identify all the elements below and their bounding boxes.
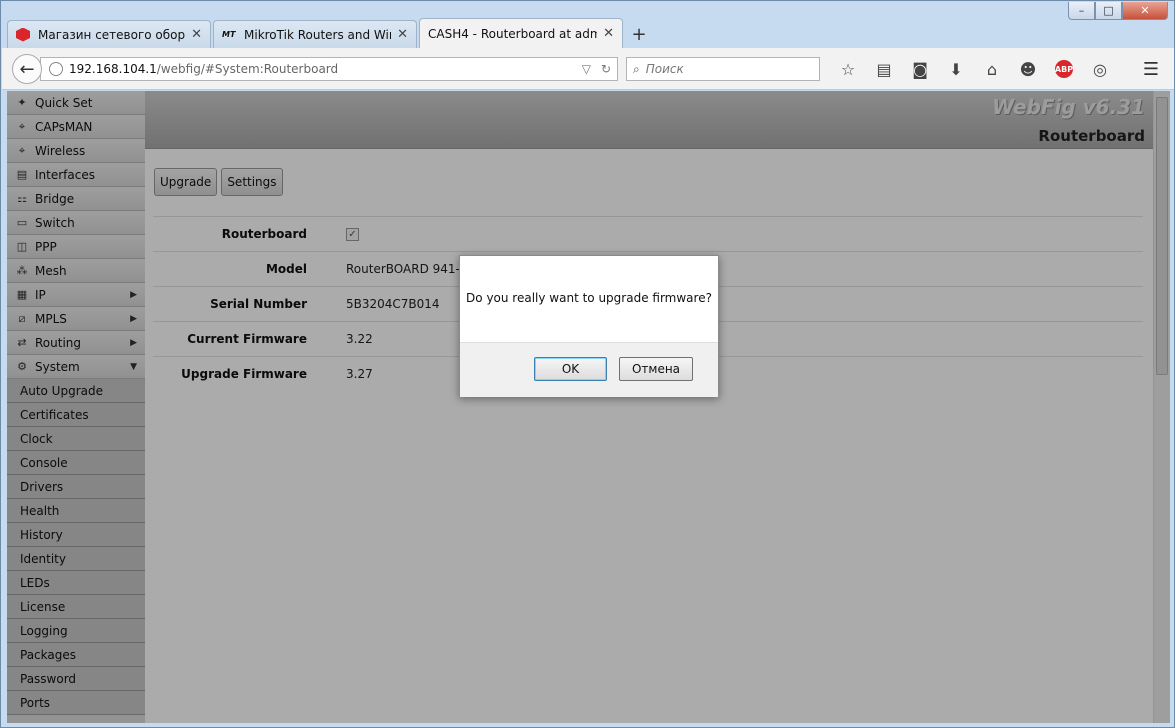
ok-button[interactable]: OK [534,357,607,381]
globe-icon [49,62,63,76]
page-content: ✦ Quick Set ⌖ CAPsMAN ⌖ Wireless ▤ Interface… [7,91,1170,723]
tab-label: Магазин сетевого оборуд... [38,27,186,42]
toolbar-icons: ☆ ▤ ◙ ⬇ ⌂ ☻ ABP ◎ [830,56,1118,82]
window-controls: – □ ✕ [1068,2,1168,20]
reload-icon[interactable]: ↻ [601,62,611,76]
close-window-button[interactable]: ✕ [1122,2,1168,20]
tab-close-icon[interactable]: ✕ [191,27,202,42]
dialog-footer: OK Отмена [460,342,718,397]
tab-shop[interactable]: Магазин сетевого оборуд... ✕ [7,20,211,48]
url-path: /webfig/#System:Routerboard [156,62,339,76]
reading-list-icon[interactable]: ▤ [866,56,902,82]
adblock-icon[interactable]: ABP [1046,56,1082,82]
tab-bar: Магазин сетевого оборуд... ✕ MT MikroTik… [7,18,653,48]
cancel-button[interactable]: Отмена [619,357,693,381]
addon-icon[interactable]: ◎ [1082,56,1118,82]
url-host: 192.168.104.1 [69,62,157,76]
pocket-icon[interactable]: ◙ [902,56,938,82]
tab-routerboard[interactable]: CASH4 - Routerboard at admin... ✕ [419,18,623,48]
navigation-toolbar: 192.168.104.1/webfig/#System:Routerboard… [2,48,1174,90]
download-icon[interactable]: ⬇ [938,56,974,82]
url-bar[interactable]: 192.168.104.1/webfig/#System:Routerboard… [40,57,618,81]
mikrotik-favicon-icon: MT [222,30,236,39]
dialog-message: Do you really want to upgrade firmware? [466,291,712,305]
maximize-button[interactable]: □ [1095,2,1122,20]
hamburger-menu-icon[interactable]: ☰ [1138,56,1164,82]
dropdown-arrow-icon[interactable]: ▽ [582,62,591,76]
chat-icon[interactable]: ☻ [1010,56,1046,82]
tab-mikrotik[interactable]: MT MikroTik Routers and Wirel... ✕ [213,20,417,48]
search-icon: ⌕ [633,61,640,76]
back-button[interactable]: ← [12,54,42,84]
bookmark-star-icon[interactable]: ☆ [830,56,866,82]
minimize-button[interactable]: – [1068,2,1095,20]
search-placeholder: Поиск [645,62,684,76]
browser-window: – □ ✕ Магазин сетевого оборуд... ✕ MT Mi… [0,0,1175,728]
shop-favicon-icon [16,27,30,42]
tab-label: MikroTik Routers and Wirel... [244,27,391,42]
confirm-dialog: Do you really want to upgrade firmware? … [459,255,719,397]
modal-overlay [7,91,1170,723]
new-tab-button[interactable]: + [625,20,653,48]
tab-label: CASH4 - Routerboard at admin... [428,26,598,41]
tab-close-icon[interactable]: ✕ [603,26,614,41]
search-bar[interactable]: ⌕ Поиск [626,57,820,81]
home-icon[interactable]: ⌂ [974,56,1010,82]
back-arrow-icon: ← [19,58,35,80]
tab-close-icon[interactable]: ✕ [397,27,408,42]
